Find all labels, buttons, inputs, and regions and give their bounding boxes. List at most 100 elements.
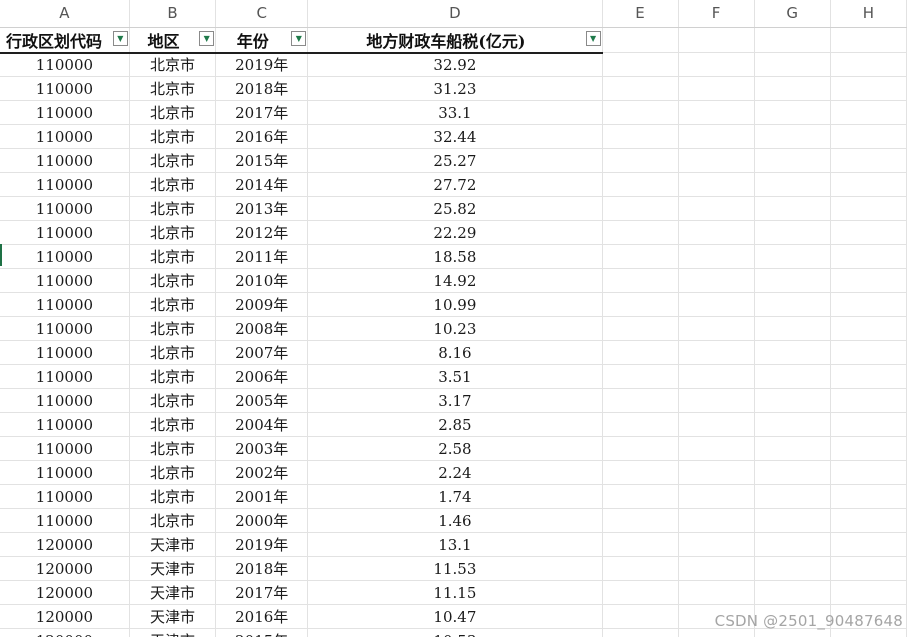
cell-tax[interactable]: 11.15 — [307, 580, 603, 605]
empty-cell[interactable] — [678, 580, 755, 605]
empty-cell[interactable] — [754, 364, 831, 389]
column-header-f[interactable]: F — [678, 0, 755, 28]
cell-year[interactable]: 2018年 — [215, 556, 309, 581]
cell-tax[interactable]: 3.51 — [307, 364, 603, 389]
empty-cell[interactable] — [602, 27, 679, 53]
cell-tax[interactable]: 25.82 — [307, 196, 603, 221]
cell-year[interactable]: 2005年 — [215, 388, 309, 413]
cell-code[interactable]: 110000 — [0, 76, 130, 101]
empty-cell[interactable] — [678, 340, 755, 365]
cell-region[interactable]: 北京市 — [129, 172, 217, 197]
cell-tax[interactable]: 10.23 — [307, 316, 603, 341]
empty-cell[interactable] — [602, 388, 679, 413]
cell-code[interactable]: 110000 — [0, 268, 130, 293]
empty-cell[interactable] — [678, 436, 755, 461]
cell-code[interactable]: 110000 — [0, 52, 130, 77]
empty-cell[interactable] — [754, 508, 831, 533]
cell-region[interactable]: 天津市 — [129, 580, 217, 605]
cell-year[interactable]: 2018年 — [215, 76, 309, 101]
column-header-g[interactable]: G — [754, 0, 831, 28]
cell-code[interactable]: 120000 — [0, 556, 130, 581]
cell-tax[interactable]: 3.17 — [307, 388, 603, 413]
empty-cell[interactable] — [602, 100, 679, 125]
empty-cell[interactable] — [602, 340, 679, 365]
empty-cell[interactable] — [602, 52, 679, 77]
header-cell-region[interactable]: 地区 ▼ — [129, 27, 217, 54]
empty-cell[interactable] — [830, 508, 907, 533]
cell-code[interactable]: 110000 — [0, 364, 130, 389]
cell-year[interactable]: 2010年 — [215, 268, 309, 293]
empty-cell[interactable] — [678, 124, 755, 149]
cell-region[interactable]: 北京市 — [129, 268, 217, 293]
cell-region[interactable]: 北京市 — [129, 292, 217, 317]
cell-tax[interactable]: 25.27 — [307, 148, 603, 173]
cell-region[interactable]: 北京市 — [129, 436, 217, 461]
empty-cell[interactable] — [678, 148, 755, 173]
cell-year[interactable]: 2017年 — [215, 580, 309, 605]
cell-region[interactable]: 北京市 — [129, 220, 217, 245]
cell-code[interactable]: 110000 — [0, 484, 130, 509]
cell-code[interactable]: 120000 — [0, 580, 130, 605]
cell-year[interactable]: 2011年 — [215, 244, 309, 269]
cell-year[interactable]: 2009年 — [215, 292, 309, 317]
cell-tax[interactable]: 33.1 — [307, 100, 603, 125]
empty-cell[interactable] — [678, 52, 755, 77]
cell-tax[interactable]: 1.46 — [307, 508, 603, 533]
empty-cell[interactable] — [602, 364, 679, 389]
empty-cell[interactable] — [830, 316, 907, 341]
cell-region[interactable]: 北京市 — [129, 124, 217, 149]
empty-cell[interactable] — [602, 628, 679, 637]
empty-cell[interactable] — [830, 340, 907, 365]
cell-code[interactable]: 110000 — [0, 460, 130, 485]
empty-cell[interactable] — [754, 412, 831, 437]
cell-tax[interactable]: 8.16 — [307, 340, 603, 365]
empty-cell[interactable] — [754, 436, 831, 461]
empty-cell[interactable] — [830, 124, 907, 149]
cell-year[interactable]: 2016年 — [215, 604, 309, 629]
empty-cell[interactable] — [602, 460, 679, 485]
cell-year[interactable]: 2008年 — [215, 316, 309, 341]
empty-cell[interactable] — [754, 244, 831, 269]
empty-cell[interactable] — [602, 412, 679, 437]
empty-cell[interactable] — [830, 364, 907, 389]
empty-cell[interactable] — [678, 76, 755, 101]
column-header-d[interactable]: D — [307, 0, 603, 28]
header-cell-tax[interactable]: 地方财政车船税(亿元) ▼ — [307, 27, 603, 54]
empty-cell[interactable] — [754, 52, 831, 77]
cell-code[interactable]: 110000 — [0, 412, 130, 437]
empty-cell[interactable] — [830, 412, 907, 437]
empty-cell[interactable] — [830, 580, 907, 605]
cell-code[interactable]: 120000 — [0, 628, 130, 637]
empty-cell[interactable] — [754, 388, 831, 413]
empty-cell[interactable] — [678, 244, 755, 269]
cell-tax[interactable]: 18.58 — [307, 244, 603, 269]
cell-code[interactable]: 110000 — [0, 436, 130, 461]
empty-cell[interactable] — [754, 76, 831, 101]
empty-cell[interactable] — [754, 460, 831, 485]
cell-region[interactable]: 天津市 — [129, 556, 217, 581]
empty-cell[interactable] — [754, 148, 831, 173]
cell-tax[interactable]: 13.1 — [307, 532, 603, 557]
empty-cell[interactable] — [602, 196, 679, 221]
cell-tax[interactable]: 2.24 — [307, 460, 603, 485]
empty-cell[interactable] — [602, 484, 679, 509]
cell-code[interactable]: 120000 — [0, 604, 130, 629]
empty-cell[interactable] — [830, 484, 907, 509]
cell-tax[interactable]: 10.47 — [307, 604, 603, 629]
cell-region[interactable]: 北京市 — [129, 196, 217, 221]
cell-region[interactable]: 北京市 — [129, 316, 217, 341]
cell-year[interactable]: 2019年 — [215, 532, 309, 557]
empty-cell[interactable] — [830, 292, 907, 317]
cell-year[interactable]: 2017年 — [215, 100, 309, 125]
empty-cell[interactable] — [830, 268, 907, 293]
empty-cell[interactable] — [602, 580, 679, 605]
cell-region[interactable]: 北京市 — [129, 460, 217, 485]
empty-cell[interactable] — [602, 604, 679, 629]
empty-cell[interactable] — [754, 100, 831, 125]
cell-year[interactable]: 2006年 — [215, 364, 309, 389]
cell-code[interactable]: 110000 — [0, 292, 130, 317]
cell-year[interactable]: 2002年 — [215, 460, 309, 485]
cell-region[interactable]: 北京市 — [129, 76, 217, 101]
cell-code[interactable]: 110000 — [0, 172, 130, 197]
empty-cell[interactable] — [830, 148, 907, 173]
